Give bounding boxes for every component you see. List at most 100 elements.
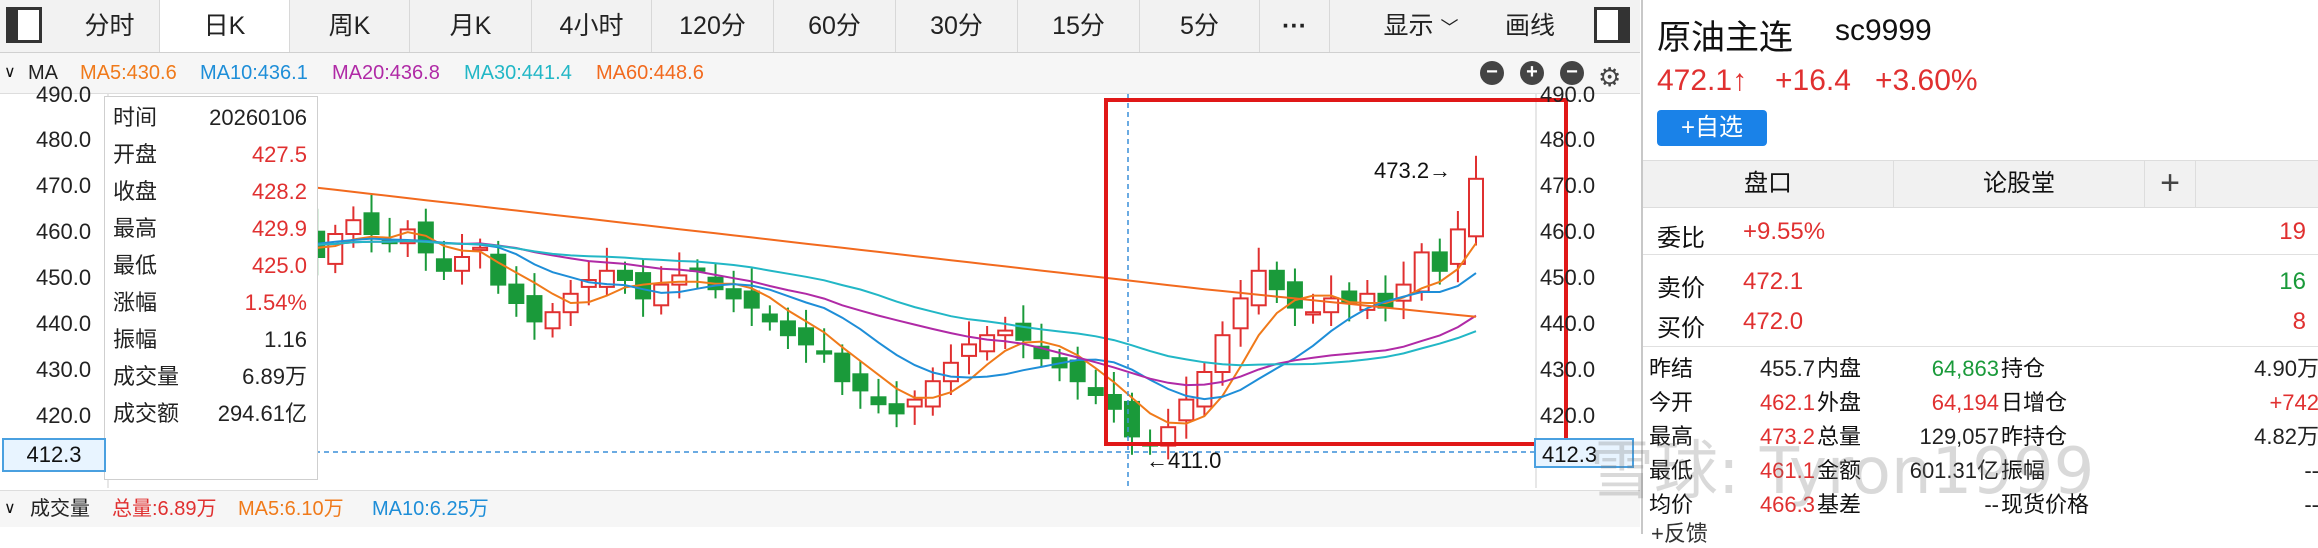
ma30-value: MA30:441.4 [464,62,572,84]
feedback-link[interactable]: +反馈 [1651,516,1708,548]
display-label: 显示 [1383,12,1434,40]
candle-body [1268,269,1285,291]
candle-body [798,327,815,346]
right-panel-toggle-icon[interactable] [1594,7,1630,43]
info-value: 1.16 [264,327,307,352]
candle-body [1323,297,1340,314]
y-tick-right: 490.0 [1540,82,1596,107]
stat-value: 4.90万 [2254,356,2318,381]
ma10-value: MA10:436.1 [200,62,308,84]
weibi-value: +9.55% [1743,218,1826,245]
y-tick-right: 440.0 [1540,311,1596,336]
tab-forum[interactable]: 论股堂 [1894,161,2145,207]
candle-body [997,329,1014,337]
y-tick-right: 420.0 [1540,403,1596,428]
candle-body [1468,177,1484,238]
candle-body [888,403,905,415]
high-price-label: 473.2→ [1374,158,1452,183]
y-tick-left: 460.0 [36,219,92,244]
candle-body [508,283,525,305]
candle-body [653,283,670,307]
y-tick-left: 450.0 [36,265,92,290]
display-dropdown[interactable]: 显示 ﹀ [1362,0,1480,52]
candle-body [1431,251,1448,272]
volume-legend-bar: ∨ 成交量 总量:6.89万 MA5:6.10万 MA10:6.25万 [0,490,1640,527]
candle-body [472,246,489,252]
bid-label: 买价 [1657,315,1705,342]
tab-monthly-k[interactable]: 月K [410,0,532,52]
info-value: 1.54% [244,290,307,315]
more-periods-button[interactable]: ··· [1260,0,1330,52]
candle-body [870,396,887,406]
tab-15min[interactable]: 15分 [1018,0,1140,52]
candle-body [1196,371,1213,408]
volume-ma5: MA5:6.10万 [238,498,344,520]
stat-label: 日增仓 [2001,390,2068,415]
stat-value: +742 [2269,390,2318,415]
tab-4hour[interactable]: 4小时 [532,0,652,52]
tab-5min[interactable]: 5分 [1140,0,1260,52]
info-value: 294.61亿 [217,401,307,426]
candle-body [1305,311,1322,316]
stats-row: 昨结 455.7 内盘 64,863 持仓 4.90万 [1649,352,2318,386]
candle-body [1250,269,1267,307]
candle-body [924,380,941,408]
candle-body [363,212,380,236]
gear-icon[interactable]: ⚙ [1598,57,1621,97]
stat-value: -- [2304,458,2318,483]
candle-body [961,343,978,357]
info-key: 成交额 [113,401,180,426]
watermark-text: 雪球: Tyron1999 [1590,435,2095,509]
draw-line-button[interactable]: 画线 [1480,0,1580,52]
candle-body [779,320,796,337]
info-key: 时间 [113,105,158,130]
stat-value: -- [2304,492,2318,517]
price-change-pct: +3.60% [1875,64,1978,97]
tab-daily-k[interactable]: 日K [160,0,290,52]
info-key: 振幅 [113,327,158,352]
stat-value: 4.82万 [2254,424,2318,449]
tab-timeshare[interactable]: 分时 [60,0,160,52]
low-price-label: ←411.0 [1146,448,1222,473]
period-toolbar: 分时 日K 周K 月K 4小时 120分 60分 30分 15分 5分 ··· … [0,0,1640,53]
left-panel-toggle-icon[interactable] [6,7,42,43]
candle-info-tooltip: 时间 20260106 开盘 427.5 收盘 428.2 最高 429.9 最低 425… [104,96,318,480]
collapse-chevron-icon[interactable]: ∨ [4,491,16,527]
candle-body [743,290,760,309]
candle-body [1123,400,1140,438]
candle-body [616,269,633,282]
candle-body [979,334,996,353]
ma5-value: MA5:430.6 [80,62,177,84]
quote-tabs: 盘口 论股堂 + [1643,160,2318,208]
candle-body [816,350,833,355]
candle-body [906,398,923,408]
stat-value: 455.7 [1759,356,1815,381]
info-key: 最高 [113,216,158,241]
candle-body [834,352,851,383]
ask-price: 472.1 [1743,268,1804,295]
add-tab-icon[interactable]: + [2145,161,2196,207]
bid-price: 472.0 [1743,308,1804,335]
y-tick-left: 480.0 [36,127,92,152]
price-change: +16.4 [1775,64,1851,97]
add-watchlist-button[interactable]: +自选 [1657,110,1767,146]
tab-30min[interactable]: 30分 [896,0,1018,52]
weibi-label: 委比 [1657,225,1705,252]
tab-60min[interactable]: 60分 [774,0,896,52]
tab-120min[interactable]: 120分 [652,0,774,52]
divider [1643,254,2318,255]
candle-body [345,219,362,235]
ask-volume: 16 [2279,268,2306,295]
info-key: 成交量 [113,364,180,389]
tab-weekly-k[interactable]: 周K [290,0,410,52]
minus-icon[interactable]: − [1480,61,1504,85]
collapse-chevron-icon[interactable]: ∨ [4,53,16,93]
last-price: 472.1↑ [1657,64,1748,97]
instrument-code: sc9999 [1835,14,1932,47]
info-value: 427.5 [251,142,307,167]
stat-label: 昨结 [1649,356,1694,381]
tab-order-book[interactable]: 盘口 [1643,161,1894,207]
candle-body [761,313,778,323]
candle-body [526,295,543,323]
stat-label: 今开 [1649,390,1694,415]
